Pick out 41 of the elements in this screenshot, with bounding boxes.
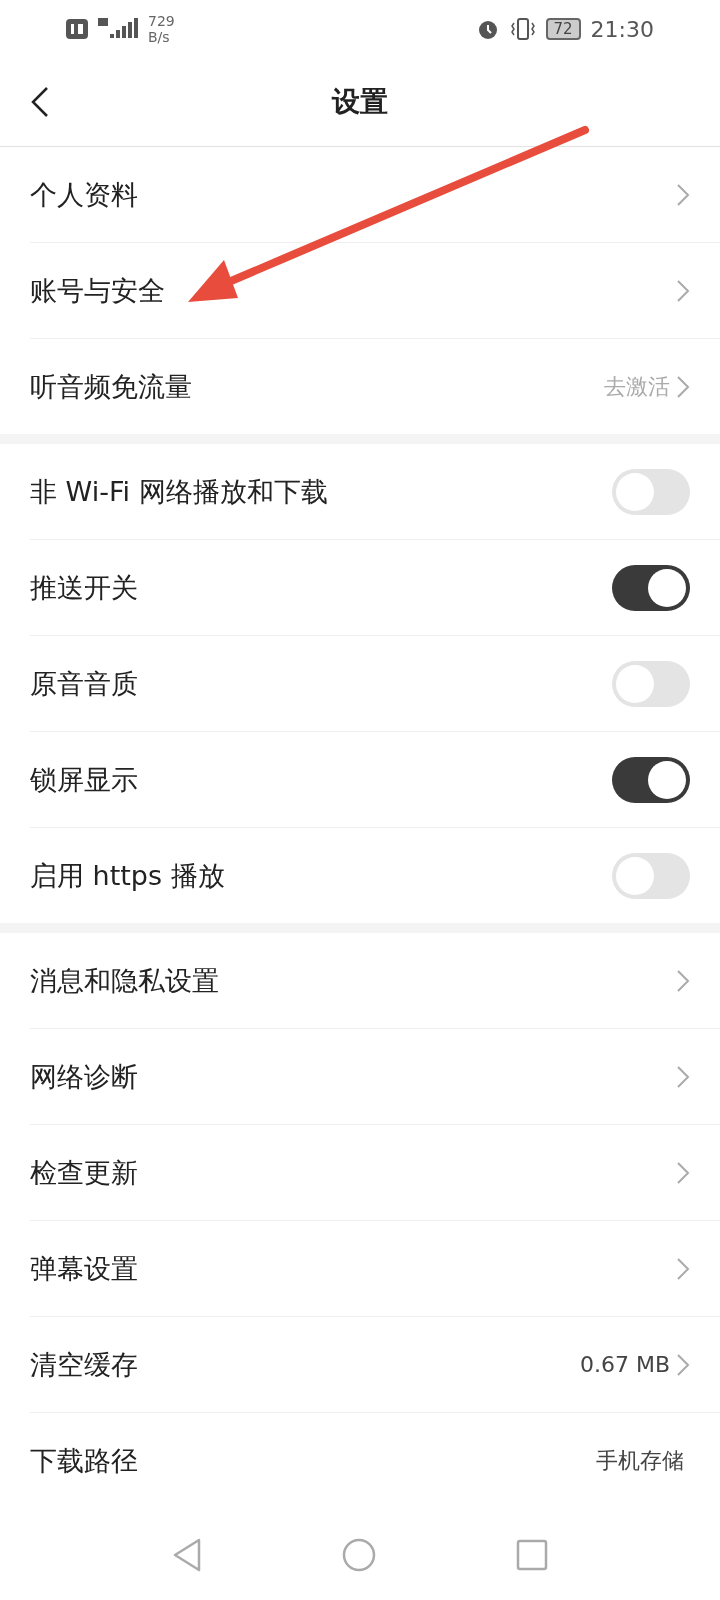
- battery-icon: 72: [545, 18, 581, 40]
- chevron-right-icon: [676, 1352, 690, 1377]
- setting-label[interactable]: 清空缓存: [30, 1346, 580, 1383]
- setting-label[interactable]: 推送开关: [30, 569, 612, 606]
- setting-value: 0.67 MB: [579, 1352, 670, 1377]
- toggle-switch[interactable]: [612, 756, 690, 803]
- setting-label[interactable]: 锁屏显示: [30, 761, 612, 798]
- clock-time: 21:30: [590, 16, 654, 42]
- setting-label[interactable]: 检查更新: [30, 1154, 676, 1191]
- setting-label[interactable]: 启用 https 播放: [30, 857, 612, 894]
- chevron-right-icon: [676, 278, 690, 303]
- toggle-switch[interactable]: [612, 852, 690, 899]
- setting-value: 去激活: [604, 372, 670, 401]
- setting-value: 手机存储: [596, 1446, 684, 1475]
- setting-label[interactable]: 网络诊断: [30, 1058, 676, 1095]
- setting-label[interactable]: 个人资料: [30, 176, 676, 213]
- network-speed: 729: [148, 13, 175, 29]
- setting-label[interactable]: 非 Wi-Fi 网络播放和下载: [30, 473, 612, 510]
- setting-label[interactable]: 下载路径: [30, 1442, 596, 1479]
- toggle-switch[interactable]: [612, 564, 690, 611]
- setting-label[interactable]: 弹幕设置: [30, 1250, 676, 1287]
- back-icon[interactable]: [30, 86, 50, 118]
- setting-label[interactable]: 听音频免流量: [30, 368, 604, 405]
- chevron-right-icon: [676, 1064, 690, 1089]
- chevron-right-icon: [676, 968, 690, 993]
- chevron-right-icon: [676, 374, 690, 399]
- chevron-right-icon: [676, 1256, 690, 1281]
- recents-nav-icon[interactable]: [516, 1539, 548, 1571]
- chevron-right-icon: [676, 182, 690, 207]
- home-nav-icon[interactable]: [342, 1538, 376, 1572]
- toggle-switch[interactable]: [612, 660, 690, 707]
- setting-label[interactable]: 原音音质: [30, 665, 612, 702]
- toggle-switch[interactable]: [612, 468, 690, 515]
- chevron-right-icon: [676, 1160, 690, 1185]
- back-nav-icon[interactable]: [172, 1538, 202, 1572]
- page-title: 设置: [332, 84, 388, 120]
- vibrate-icon: [509, 17, 536, 41]
- speed-unit: B/s: [148, 29, 171, 45]
- setting-label[interactable]: 账号与安全: [30, 272, 676, 309]
- setting-label[interactable]: 消息和隐私设置: [30, 962, 676, 999]
- signal-icon: [98, 18, 138, 40]
